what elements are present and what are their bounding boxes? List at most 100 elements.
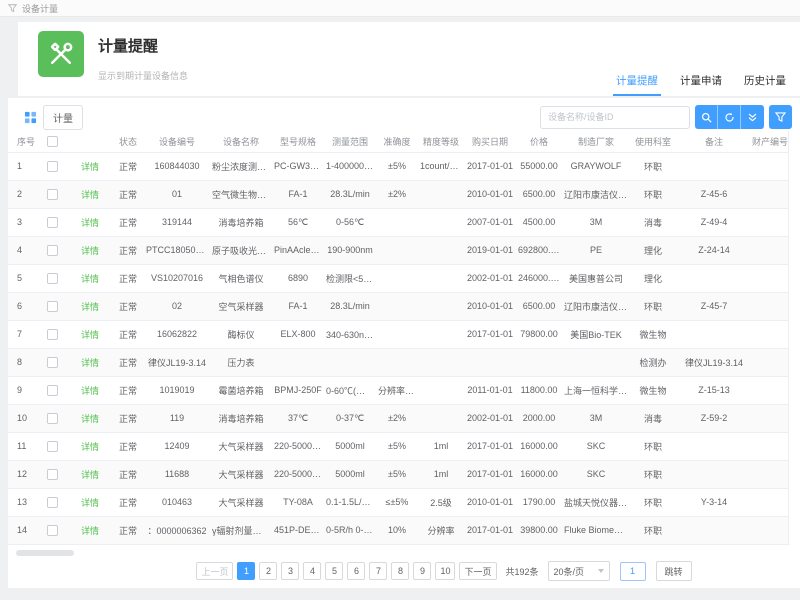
cell-asset-no — [752, 404, 788, 432]
cell-department: 微生物 — [630, 376, 676, 404]
cell-manufacturer: SKC — [562, 432, 630, 460]
column-header: 备注 — [676, 131, 752, 152]
row-checkbox[interactable] — [47, 525, 58, 536]
cell-price: 11800.00 — [516, 376, 562, 404]
row-checkbox[interactable] — [47, 385, 58, 396]
cell-model: PinAAcle900T — [272, 236, 324, 264]
cell-device-no: ：0000006362 — [144, 516, 210, 544]
detail-link[interactable]: 详情 — [81, 190, 99, 200]
cell-device-no: PTCC18050713 — [144, 236, 210, 264]
row-checkbox[interactable] — [47, 245, 58, 256]
cell-buy-date — [464, 348, 516, 376]
page-button[interactable]: 7 — [369, 562, 387, 580]
page-button[interactable]: 6 — [347, 562, 365, 580]
detail-link[interactable]: 详情 — [81, 302, 99, 312]
page-button[interactable]: 5 — [325, 562, 343, 580]
jump-button[interactable]: 跳转 — [656, 561, 692, 581]
filter-button[interactable] — [769, 105, 792, 129]
detail-link[interactable]: 详情 — [81, 386, 99, 396]
select-all-checkbox[interactable] — [47, 136, 58, 147]
detail-link[interactable]: 详情 — [81, 246, 99, 256]
row-checkbox[interactable] — [47, 469, 58, 480]
cell-remark: 律仪JL19-3.14 — [676, 348, 752, 376]
cell-range: 5000ml — [324, 460, 376, 488]
jump-input[interactable] — [620, 562, 646, 581]
cell-status: 正常 — [112, 432, 144, 460]
page-button[interactable]: 8 — [391, 562, 409, 580]
page-button[interactable]: 9 — [413, 562, 431, 580]
table-row: 1详情正常160844030粉尘浓度测试仪PC-GW3016A1-4000000… — [8, 152, 788, 180]
row-checkbox[interactable] — [47, 497, 58, 508]
cell-model: FA-1 — [272, 180, 324, 208]
page-button[interactable]: 2 — [259, 562, 277, 580]
cell-checkbox — [36, 488, 68, 516]
page-button[interactable]: 1 — [237, 562, 255, 580]
search-icon — [701, 112, 712, 123]
cell-manufacturer — [562, 348, 630, 376]
cell-name: 空气微生物采样器 — [210, 180, 272, 208]
cell-range: 190-900nm — [324, 236, 376, 264]
detail-link[interactable]: 详情 — [81, 414, 99, 424]
page-button[interactable]: 4 — [303, 562, 321, 580]
cell-status: 正常 — [112, 320, 144, 348]
detail-link[interactable]: 详情 — [81, 470, 99, 480]
search-button[interactable] — [695, 105, 718, 129]
detail-link[interactable]: 详情 — [81, 218, 99, 228]
cell-price — [516, 348, 562, 376]
detail-link[interactable]: 详情 — [81, 498, 99, 508]
cell-status: 正常 — [112, 208, 144, 236]
cell-range — [324, 348, 376, 376]
detail-link[interactable]: 详情 — [81, 162, 99, 172]
cell-asset-no — [752, 208, 788, 236]
cell-name: 大气采样器 — [210, 460, 272, 488]
cell-department: 环职 — [630, 180, 676, 208]
detail-link[interactable]: 详情 — [81, 526, 99, 536]
cell-detail: 详情 — [68, 404, 112, 432]
prev-page-button[interactable]: 上一页 — [196, 562, 233, 580]
row-checkbox[interactable] — [47, 357, 58, 368]
measure-button[interactable]: 计量 — [43, 105, 83, 130]
column-header: 购买日期 — [464, 131, 516, 152]
cell-precision — [418, 348, 464, 376]
row-checkbox[interactable] — [47, 189, 58, 200]
tab-metering-history[interactable]: 历史计量 — [744, 73, 786, 96]
row-checkbox[interactable] — [47, 217, 58, 228]
cell-asset-no — [752, 292, 788, 320]
breadcrumb-label[interactable]: 设备计量 — [22, 2, 58, 15]
page-buttons: 12345678910 — [237, 562, 455, 580]
detail-link[interactable]: 详情 — [81, 358, 99, 368]
page-button[interactable]: 3 — [281, 562, 299, 580]
cell-no: 3 — [8, 208, 36, 236]
cell-no: 9 — [8, 376, 36, 404]
page-button[interactable]: 10 — [435, 562, 455, 580]
scrollbar-thumb[interactable] — [16, 550, 74, 556]
detail-link[interactable]: 详情 — [81, 330, 99, 340]
row-checkbox[interactable] — [47, 441, 58, 452]
row-checkbox[interactable] — [47, 329, 58, 340]
cell-detail: 详情 — [68, 348, 112, 376]
cell-buy-date: 2017-01-01 — [464, 516, 516, 544]
row-checkbox[interactable] — [47, 273, 58, 284]
cell-buy-date: 2010-01-01 — [464, 180, 516, 208]
next-page-button[interactable]: 下一页 — [459, 562, 496, 580]
tab-metering-reminder[interactable]: 计量提醒 — [616, 73, 658, 96]
detail-link[interactable]: 详情 — [81, 274, 99, 284]
cell-accuracy: ±2% — [376, 180, 418, 208]
cell-remark: Z-45-7 — [676, 292, 752, 320]
cell-remark — [676, 320, 752, 348]
cell-no: 7 — [8, 320, 36, 348]
search-input[interactable] — [540, 106, 690, 129]
expand-button[interactable] — [741, 105, 764, 129]
cell-model: BPMJ-250F — [272, 376, 324, 404]
row-checkbox[interactable] — [47, 161, 58, 172]
cell-price: 6500.00 — [516, 292, 562, 320]
detail-link[interactable]: 详情 — [81, 442, 99, 452]
cell-detail: 详情 — [68, 460, 112, 488]
tab-metering-request[interactable]: 计量申请 — [680, 73, 722, 96]
row-checkbox[interactable] — [47, 301, 58, 312]
page-size-select[interactable]: 20条/页 — [548, 561, 610, 581]
cell-checkbox — [36, 320, 68, 348]
table-row: 10详情正常119消毒培养箱37℃0-37℃±2%2002-01-012000.… — [8, 404, 788, 432]
row-checkbox[interactable] — [47, 413, 58, 424]
refresh-button[interactable] — [718, 105, 741, 129]
